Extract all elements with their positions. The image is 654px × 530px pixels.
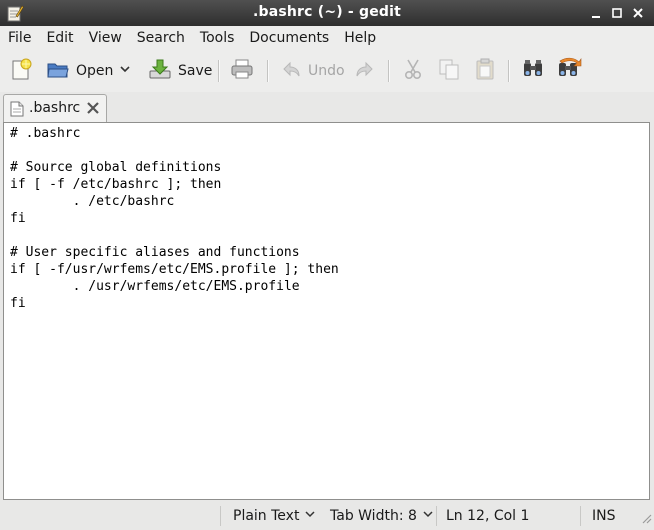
menu-documents[interactable]: Documents: [241, 26, 336, 50]
text-editor[interactable]: # .bashrc # Source global definitions if…: [3, 122, 650, 500]
chevron-down-icon: [422, 506, 434, 526]
menu-bar: File Edit View Search Tools Documents He…: [0, 26, 654, 50]
menu-search[interactable]: Search: [129, 26, 192, 50]
cursor-position: Ln 12, Col 1: [446, 506, 529, 526]
resize-grip-icon[interactable]: [640, 512, 652, 528]
cut-button[interactable]: [401, 56, 425, 86]
language-selector[interactable]: Plain Text: [233, 506, 316, 526]
menu-view[interactable]: View: [81, 26, 129, 50]
status-separator: [580, 506, 581, 526]
redo-button[interactable]: [354, 56, 374, 86]
gedit-window: .bashrc (~) - gedit File Edit View Searc…: [0, 0, 654, 530]
toolbar-separator: [218, 60, 220, 82]
status-bar: Plain Text Tab Width: 8 Ln 12, Col 1 INS: [0, 502, 654, 530]
print-icon: [230, 57, 254, 85]
new-document-icon: [10, 57, 34, 85]
menu-help[interactable]: Help: [336, 26, 383, 50]
open-recent-dropdown[interactable]: [118, 56, 132, 86]
chevron-down-icon: [118, 62, 132, 80]
tab-bashrc[interactable]: .bashrc: [3, 94, 107, 122]
save-label: Save: [178, 63, 213, 79]
open-label: Open: [76, 63, 114, 79]
menu-edit[interactable]: Edit: [38, 26, 80, 50]
paste-button[interactable]: [473, 56, 497, 86]
editor-content[interactable]: # .bashrc # Source global definitions if…: [10, 125, 339, 312]
cut-icon: [401, 57, 425, 85]
cursor-position-label: Ln 12, Col 1: [446, 508, 530, 524]
copy-icon: [437, 57, 461, 85]
insert-mode: INS: [592, 506, 616, 526]
tab-width-selector[interactable]: Tab Width: 8: [330, 506, 434, 526]
chevron-down-icon: [304, 506, 316, 526]
maximize-icon[interactable]: [609, 5, 625, 21]
open-button[interactable]: Open: [46, 56, 113, 86]
status-separator: [220, 506, 221, 526]
insert-mode-label: INS: [592, 508, 616, 524]
print-button[interactable]: [230, 56, 254, 86]
menu-tools[interactable]: Tools: [192, 26, 242, 50]
find-replace-icon: [556, 57, 582, 85]
toolbar: Open Save Undo: [0, 50, 654, 92]
close-icon[interactable]: [630, 5, 646, 21]
copy-button[interactable]: [437, 56, 461, 86]
redo-icon: [354, 59, 374, 83]
minimize-icon[interactable]: [588, 5, 604, 21]
close-tab-icon[interactable]: [86, 101, 100, 119]
new-document-button[interactable]: [10, 56, 34, 86]
tab-width-label: Tab Width: 8: [330, 508, 417, 524]
find-replace-button[interactable]: [556, 56, 582, 86]
text-document-icon: [10, 101, 24, 121]
document-tab-bar: .bashrc: [0, 92, 654, 122]
toolbar-separator: [267, 60, 269, 82]
window-title: .bashrc (~) - gedit: [252, 4, 402, 20]
find-button[interactable]: [521, 56, 545, 86]
menu-file[interactable]: File: [0, 26, 38, 50]
status-separator: [436, 506, 437, 526]
language-label: Plain Text: [233, 508, 300, 524]
tab-label: .bashrc: [29, 100, 81, 116]
undo-label: Undo: [308, 63, 345, 79]
paste-icon: [473, 57, 497, 85]
toolbar-separator: [388, 60, 390, 82]
undo-icon: [282, 59, 302, 83]
find-binoculars-icon: [521, 57, 545, 85]
title-bar[interactable]: .bashrc (~) - gedit: [0, 0, 654, 26]
save-download-icon: [148, 57, 172, 85]
open-folder-icon: [46, 57, 70, 85]
save-button[interactable]: Save: [148, 56, 212, 86]
undo-button[interactable]: Undo: [282, 56, 345, 86]
toolbar-separator: [508, 60, 510, 82]
